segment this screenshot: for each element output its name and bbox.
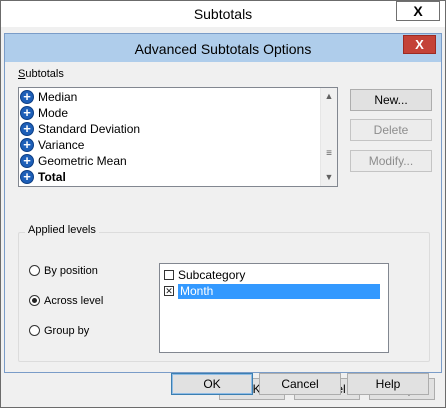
subtotals-section-label: Subtotals — [18, 68, 64, 80]
level-item-month[interactable]: ✕ Month — [164, 284, 380, 299]
subtotals-close-button[interactable]: X — [396, 1, 440, 21]
radio-by-position[interactable]: By position — [29, 263, 98, 279]
list-item[interactable]: + Median — [20, 89, 77, 105]
dialog-titlebar: Advanced Subtotals Options X — [5, 34, 441, 62]
subtotals-list[interactable]: + Median + Mode + Standard Deviation + Varia… — [18, 87, 338, 187]
list-item[interactable]: + Geometric Mean — [20, 153, 127, 169]
radio-button-icon — [29, 324, 40, 336]
dialog-title: Advanced Subtotals Options — [134, 41, 312, 57]
radio-across-level[interactable]: Across level — [29, 293, 103, 309]
close-icon: X — [413, 3, 423, 19]
plus-circle-icon: + — [20, 153, 34, 168]
applied-levels-group: Applied levels By position Across level … — [18, 224, 430, 362]
plus-circle-icon: + — [20, 137, 34, 152]
list-item[interactable]: + Variance — [20, 137, 84, 153]
cancel-button[interactable]: Cancel — [259, 373, 341, 395]
checkbox-icon[interactable] — [164, 269, 174, 280]
scroll-down-icon[interactable]: ▼ — [321, 169, 337, 186]
dialog-close-button[interactable]: X — [403, 35, 436, 54]
level-item-subcategory[interactable]: Subcategory — [164, 268, 245, 283]
radio-button-icon — [29, 264, 40, 276]
plus-circle-icon: + — [20, 169, 34, 184]
new-button[interactable]: New... — [350, 89, 432, 111]
list-item[interactable]: + Mode — [20, 105, 68, 121]
dialog-body: Subtotals + Median + Mode + Standard Deviat… — [12, 62, 436, 395]
delete-button[interactable]: Delete — [350, 119, 432, 141]
ok-button[interactable]: OK — [171, 373, 253, 395]
plus-circle-icon: + — [20, 121, 34, 136]
help-button[interactable]: Help — [347, 373, 429, 395]
levels-list[interactable]: Subcategory ✕ Month — [159, 263, 389, 353]
subtotals-title: Subtotals — [193, 6, 253, 22]
close-icon: X — [415, 37, 424, 52]
scroll-thumb[interactable]: ≡ — [321, 143, 337, 165]
list-scrollbar[interactable]: ▲ ≡ ▼ — [320, 88, 337, 186]
advanced-subtotals-dialog: Advanced Subtotals Options X Subtotals +… — [4, 33, 442, 395]
modify-button[interactable]: Modify... — [350, 150, 432, 172]
scroll-up-icon[interactable]: ▲ — [321, 88, 337, 105]
checkbox-checked-icon[interactable]: ✕ — [164, 285, 174, 296]
subtotals-titlebar: Subtotals X — [1, 1, 445, 27]
radio-button-selected-icon — [29, 294, 40, 306]
plus-circle-icon: + — [20, 105, 34, 120]
list-item[interactable]: + Standard Deviation — [20, 121, 140, 137]
applied-levels-label: Applied levels — [25, 224, 99, 236]
list-item[interactable]: + Total — [20, 169, 66, 185]
plus-circle-icon: + — [20, 89, 34, 104]
radio-group-by[interactable]: Group by — [29, 323, 89, 339]
